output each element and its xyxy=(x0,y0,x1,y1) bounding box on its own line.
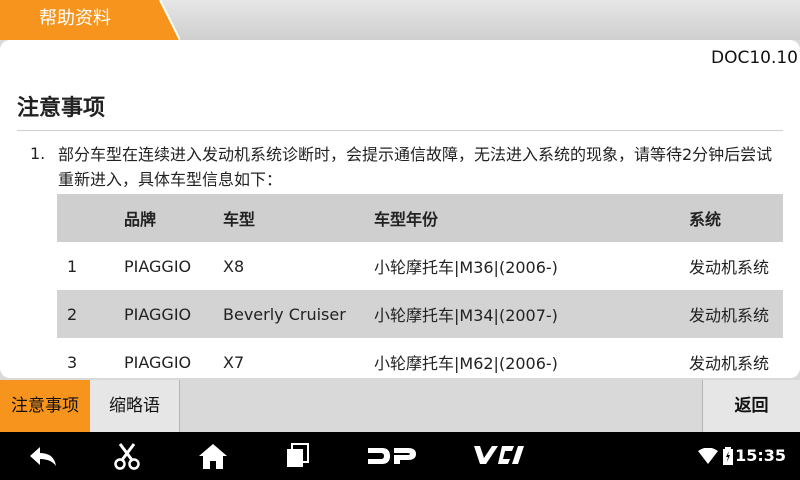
cell-model: Beverly Cruiser xyxy=(223,290,374,338)
cell-system: 发动机系统 xyxy=(689,290,783,338)
cell-year: 小轮摩托车|M36|(2006-) xyxy=(374,258,558,277)
cell-year: 小轮摩托车|M34|(2007-) xyxy=(374,290,689,338)
cell-index: 1 xyxy=(67,256,78,276)
table-row: 2 PIAGGIO Beverly Cruiser 小轮摩托车|M34|(200… xyxy=(57,290,783,338)
app-header: 帮助资料 xyxy=(0,0,800,40)
back-button[interactable]: 返回 xyxy=(702,380,800,432)
page-title: 帮助资料 xyxy=(39,8,111,29)
col-header-model: 车型 xyxy=(223,194,374,242)
cell-system: 发动机系统 xyxy=(689,258,770,277)
col-header-index xyxy=(57,194,124,242)
note-number: 1. xyxy=(30,144,46,163)
cell-brand: PIAGGIO xyxy=(124,256,192,276)
doc-title: 注意事项 xyxy=(17,96,106,121)
system-nav-bar: 15:35 xyxy=(0,432,800,480)
title-divider xyxy=(17,130,783,131)
table-row: 1 PIAGGIO X8 小轮摩托车|M36|(2006-) 发动机系统 xyxy=(57,242,783,290)
bottom-tab-bar: 注意事项 缩略语 返回 xyxy=(0,380,800,432)
col-header-system: 系统 xyxy=(689,194,783,242)
table-header-row: 品牌 车型 车型年份 系统 xyxy=(57,194,783,242)
recent-apps-icon[interactable] xyxy=(284,442,312,470)
cell-brand: PIAGGIO xyxy=(124,290,223,338)
battery-icon xyxy=(723,447,733,465)
dp-logo-icon[interactable] xyxy=(366,446,418,466)
cell-brand: PIAGGIO xyxy=(124,352,192,372)
vci-logo-icon[interactable] xyxy=(470,444,526,466)
tab-abbreviations[interactable]: 缩略语 xyxy=(90,380,180,432)
cell-index: 2 xyxy=(57,290,124,338)
cell-year: 小轮摩托车|M62|(2006-) xyxy=(374,354,558,373)
cell-index: 3 xyxy=(67,352,78,372)
cell-model: X8 xyxy=(223,256,245,276)
note-text: 部分车型在连续进入发动机系统诊断时，会提示通信故障，无法进入系统的现象，请等待2… xyxy=(58,145,773,189)
col-header-year: 车型年份 xyxy=(374,194,689,242)
cell-system: 发动机系统 xyxy=(689,354,770,373)
doc-version: DOC10.10 xyxy=(710,48,798,68)
vehicle-table: 品牌 车型 车型年份 系统 1 PIAGGIO X8 小轮摩托车|M36|(20… xyxy=(57,194,783,378)
scissors-icon[interactable] xyxy=(112,442,142,470)
status-time: 15:35 xyxy=(735,446,786,465)
back-arrow-icon[interactable] xyxy=(26,442,60,470)
wifi-icon xyxy=(698,448,718,464)
help-content-panel[interactable]: DOC10.10 注意事项 1. 部分车型在连续进入发动机系统诊断时，会提示通信… xyxy=(0,40,800,378)
home-icon[interactable] xyxy=(198,442,228,470)
tab-notes[interactable]: 注意事项 xyxy=(0,380,90,432)
cell-model: X7 xyxy=(223,352,245,372)
col-header-brand: 品牌 xyxy=(124,194,223,242)
table-row: 3 PIAGGIO X7 小轮摩托车|M62|(2006-) 发动机系统 xyxy=(57,338,783,378)
header-tab: 帮助资料 xyxy=(0,0,180,40)
